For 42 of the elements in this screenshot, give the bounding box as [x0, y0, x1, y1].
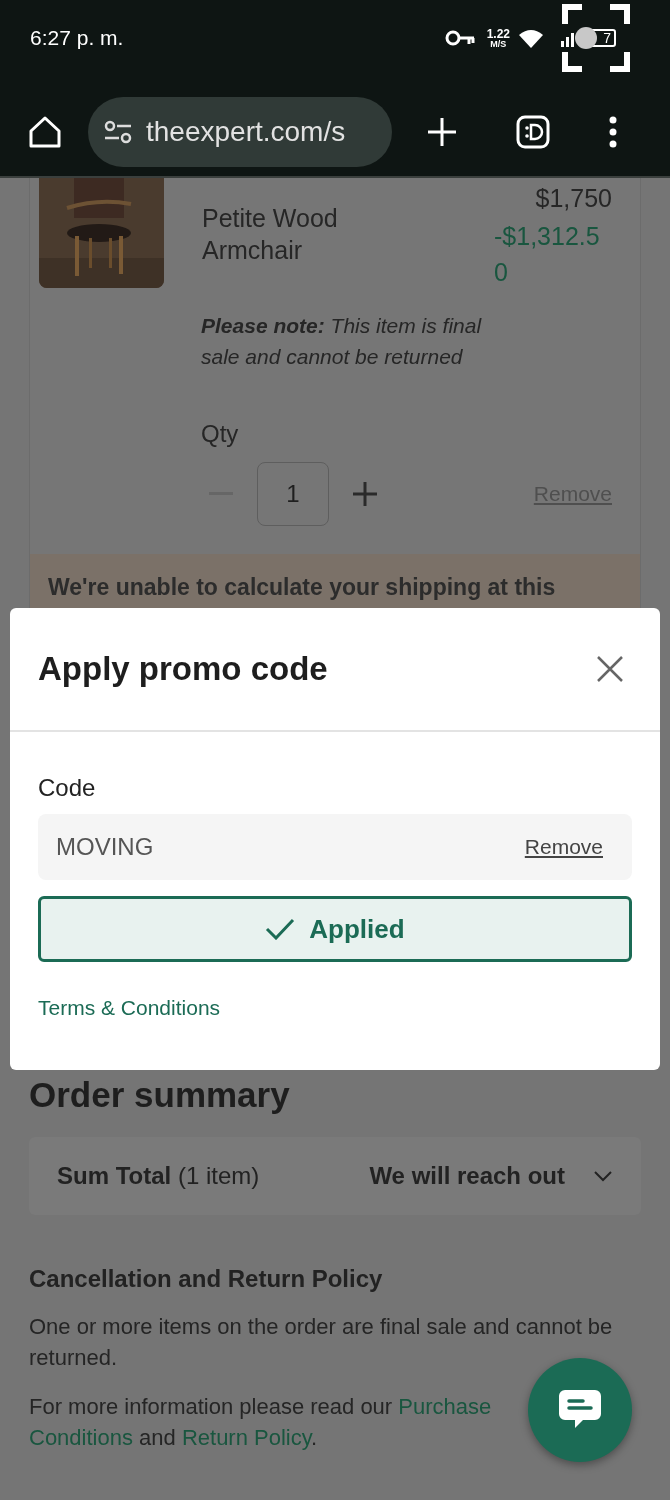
code-label: Code [38, 774, 97, 802]
quantity-label: Qty [201, 420, 240, 448]
discount-price: -$1,312.50 [494, 221, 601, 288]
punctuation: . [311, 1425, 318, 1450]
address-bar[interactable]: theexpert.com/s [88, 97, 392, 167]
tab-switcher-icon[interactable] [516, 115, 550, 149]
code-field[interactable]: MOVING Remove [38, 814, 632, 880]
quantity-field[interactable]: 1 [257, 462, 329, 526]
remove-link[interactable]: Remove [524, 835, 603, 859]
battery-level: 7 [603, 31, 611, 45]
policy-info-text: and [138, 1425, 177, 1450]
screen-recorder-icon [562, 4, 630, 72]
code-value: MOVING [56, 833, 154, 861]
dialog-title: Apply promo code [38, 650, 328, 688]
final-sale-note: Please note: This item is final sale and cannot be returned [201, 313, 483, 370]
order-summary-heading: Order summary [29, 1075, 291, 1115]
return-policy-link[interactable]: Return Policy [181, 1425, 312, 1450]
speed-unit: M/S [490, 39, 507, 49]
sum-total-value: We will reach out [369, 1162, 565, 1190]
policy-text: One or more items on the order are final sale and cannot be returned. [29, 1313, 614, 1372]
policy-heading: Cancellation and Return Policy [29, 1265, 384, 1293]
key-icon [444, 29, 475, 47]
applied-button[interactable]: Applied [38, 896, 632, 962]
check-icon [265, 918, 296, 940]
sum-total-bar[interactable]: Sum Total (1 item) We will reach out [29, 1137, 641, 1215]
network-speed: 1.22 [486, 27, 510, 40]
more-icon[interactable] [608, 116, 618, 148]
sum-total-label: Sum Total (1 item) [57, 1162, 260, 1190]
terms-link[interactable]: Terms & Conditions [38, 996, 221, 1020]
policy-info-text: For more information please read our [29, 1394, 394, 1419]
url-text: theexpert.com/s [146, 116, 346, 148]
chat-button[interactable] [528, 1358, 632, 1462]
wifi-icon [518, 28, 544, 48]
home-icon[interactable] [28, 115, 62, 149]
clock: 6:27 p. m. [30, 26, 124, 50]
close-icon[interactable] [596, 655, 624, 683]
purchase-terms-link[interactable]: Purchase [398, 1394, 492, 1419]
site-settings-icon [104, 120, 132, 144]
product-name: Petite Wood Armchair [202, 203, 339, 266]
purchase-terms-link[interactable]: Conditions [29, 1425, 133, 1450]
shipping-message: We're unable to calculate your shipping at this [48, 574, 556, 600]
price: $1,750 [535, 183, 612, 214]
